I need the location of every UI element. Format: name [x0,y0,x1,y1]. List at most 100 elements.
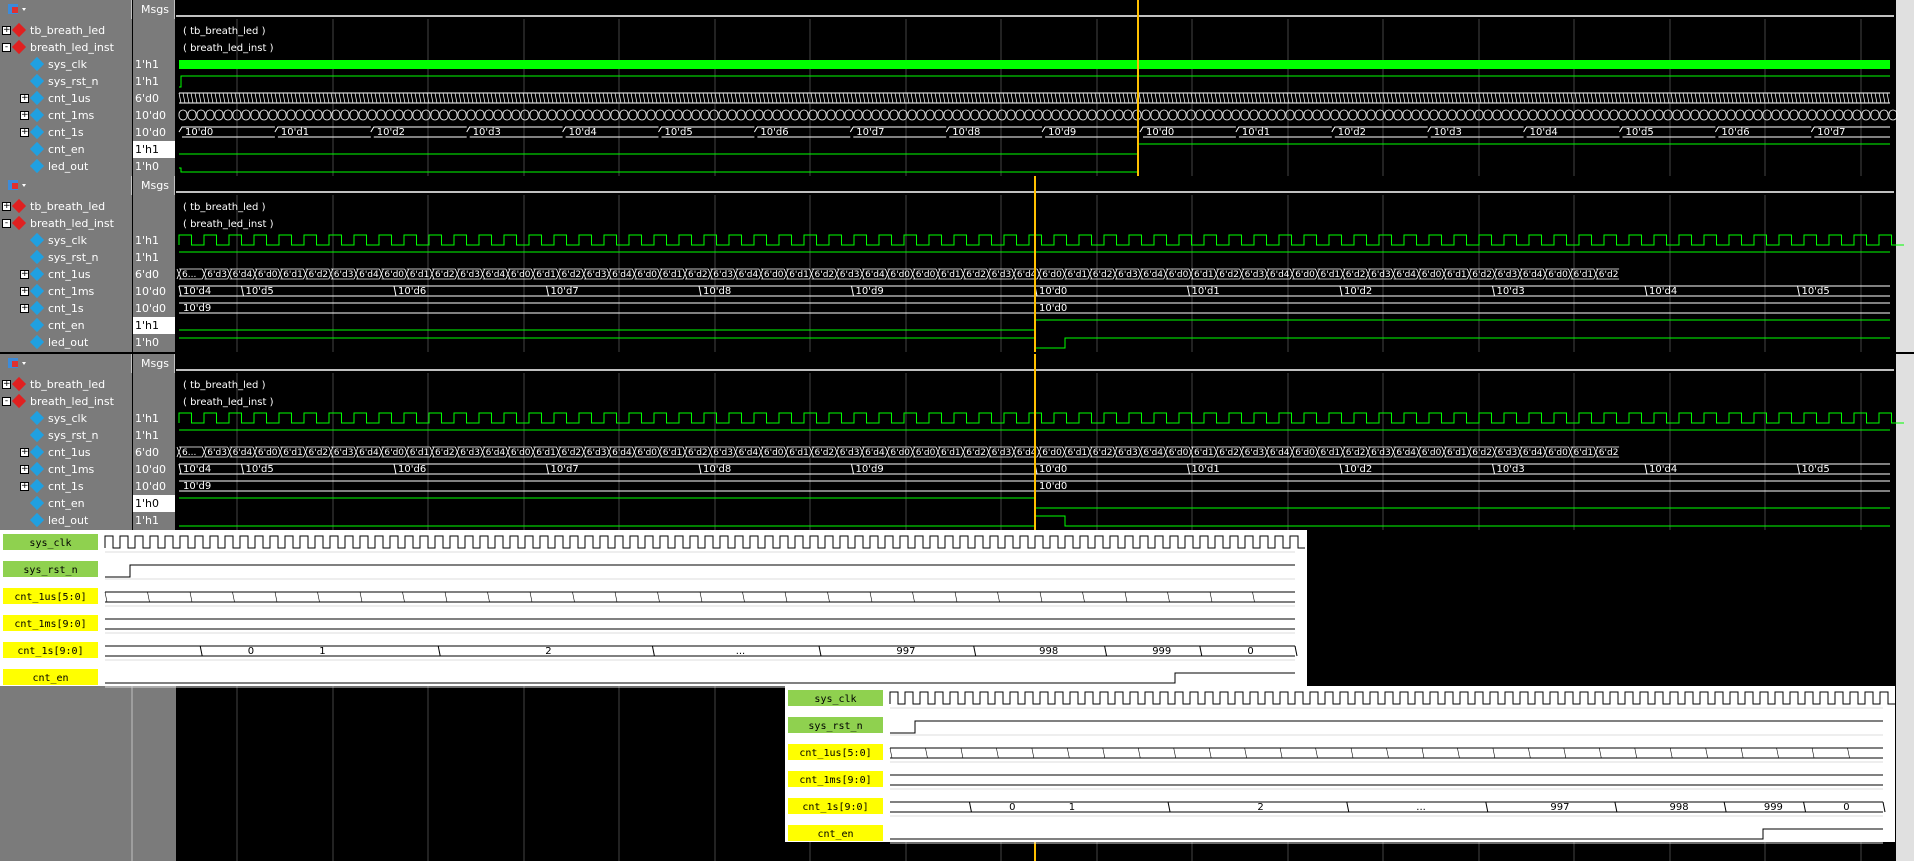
signal-row-cnt_1ms[interactable]: + cnt_1ms [0,461,132,478]
module-icon [11,393,27,409]
signal-row-cnt_en[interactable]: cnt_en [0,141,132,158]
timing-label: sys_rst_n [808,721,862,732]
signal-row-cnt_1ms[interactable]: + cnt_1ms [0,107,132,124]
signal-value: 10'd0 [135,302,167,315]
expand-toggle-icon[interactable]: + [20,448,29,457]
expand-toggle-icon[interactable]: + [20,94,29,103]
expand-toggle-icon[interactable]: + [20,482,29,491]
timing-cnt-1s-value: 0 [1009,802,1015,813]
signal-value: 1'h1 [133,317,175,334]
signal-row-tb_breath_led[interactable]: + tb_breath_led [0,22,132,39]
timing-diagram-2 [785,686,1895,842]
expand-toggle-icon[interactable]: + [2,26,11,35]
pane-header: Msgs [0,354,1914,373]
timing-bus-edge [1705,747,1708,759]
timing-bus-edge [189,591,193,603]
timing-cnt-en-wave [890,828,1883,840]
signal-row-cnt_en[interactable]: cnt_en [0,317,132,334]
signal-row-cnt_en[interactable]: cnt_en [0,495,132,512]
timing-label-box [788,717,883,733]
signal-values: 1'h1 1'h1 6'd0 10'd0 10'd0 1'h0 1'h1 [133,373,175,530]
signal-icon [29,444,45,460]
signal-value: 1'h1 [135,514,159,527]
msgs-header: Msgs [133,176,175,195]
signal-value: 1'h0 [135,336,159,349]
expand-toggle-icon[interactable]: - [2,43,11,52]
signal-row-sys_rst_n[interactable]: sys_rst_n [0,73,132,90]
signal-row-cnt_1s[interactable]: + cnt_1s [0,478,132,495]
signal-names: + tb_breath_led - breath_led_inst sys_clksys… [0,195,132,352]
signal-value: 6'd0 [135,268,160,281]
signal-value: 6'd0 [135,446,160,459]
signal-row-cnt_1us[interactable]: + cnt_1us [0,444,132,461]
signal-row-tb_breath_led[interactable]: + tb_breath_led [0,376,132,393]
signal-row-sys_rst_n[interactable]: sys_rst_n [0,249,132,266]
signal-name: sys_rst_n [48,251,99,264]
timing-bus-edge [1039,591,1043,603]
expand-toggle-icon[interactable]: + [20,287,29,296]
expand-toggle-icon[interactable]: - [2,219,11,228]
timing-bus-edge [1669,747,1673,759]
signal-row-led_out[interactable]: led_out [0,334,132,351]
toolbar-icon[interactable] [6,356,30,371]
expand-toggle-icon[interactable]: + [20,304,29,313]
signal-row-sys_rst_n[interactable]: sys_rst_n [0,427,132,444]
signal-row-led_out[interactable]: led_out [0,512,132,529]
signal-row-cnt_1ms[interactable]: + cnt_1ms [0,283,132,300]
wave-pane-1: Msgs + tb_breath_led - breath_led_inst sys_c… [0,0,1914,176]
signal-value: 1'h0 [133,495,175,512]
signal-row-cnt_1us[interactable]: + cnt_1us [0,266,132,283]
toolbar-icon[interactable] [6,178,30,193]
vertical-scrollbar[interactable] [1896,354,1914,530]
signal-row-breath_led_inst[interactable]: - breath_led_inst [0,215,132,232]
timing-cnt-1s-value: 1 [1069,802,1075,813]
timing-bus-edge [1031,747,1035,759]
signal-row-breath_led_inst[interactable]: - breath_led_inst [0,393,132,410]
signal-name: tb_breath_led [30,378,106,391]
signal-icon [29,410,45,426]
timing-cnt-1s-value: 998 [1039,646,1058,657]
expand-toggle-icon[interactable]: + [2,380,11,389]
timing-rst-wave [105,564,1295,578]
timing-cnt-1s-value: 2 [1257,802,1263,813]
timing-bus-edge [1102,747,1106,759]
timing-label-box [3,669,98,685]
timing-bus-edge [925,747,928,759]
timing-label-box [788,798,883,814]
signal-row-breath_led_inst[interactable]: - breath_led_inst [0,39,132,56]
signal-row-sys_clk[interactable]: sys_clk [0,410,132,427]
signal-row-led_out[interactable]: led_out [0,158,132,175]
signal-name: sys_clk [48,58,87,71]
timing-bus-edge [1137,747,1141,759]
signal-value [133,376,175,393]
timing-cnt-1s-value: 998 [1670,802,1689,813]
signal-row-sys_clk[interactable]: sys_clk [0,56,132,73]
msgs-header: Msgs [133,0,175,19]
signal-row-cnt_1s[interactable]: + cnt_1s [0,300,132,317]
timing-cnt-en-wave [105,672,1295,684]
signal-value: 10'd0 [135,480,167,493]
expand-toggle-icon[interactable]: - [2,397,11,406]
expand-toggle-icon[interactable]: + [20,270,29,279]
expand-toggle-icon[interactable]: + [20,465,29,474]
expand-toggle-icon[interactable]: + [20,111,29,120]
timing-bus-edge [1346,801,1350,813]
timing-label: cnt_en [32,673,68,684]
signal-row-cnt_1us[interactable]: + cnt_1us [0,90,132,107]
signal-row-cnt_1s[interactable]: + cnt_1s [0,124,132,141]
timing-label: cnt_en [817,829,853,840]
vertical-scrollbar[interactable] [1896,0,1914,176]
expand-toggle-icon[interactable]: + [2,202,11,211]
signal-row-sys_clk[interactable]: sys_clk [0,232,132,249]
timing-bus-edge [1350,747,1354,759]
signal-row-tb_breath_led[interactable]: + tb_breath_led [0,198,132,215]
expand-toggle-icon[interactable]: + [20,128,29,137]
timing-cnt-1s-value: 999 [1764,802,1783,813]
timing-bus-edge [1740,747,1744,759]
timing-bus-edge [1386,747,1389,759]
toolbar-icon[interactable] [6,2,30,17]
timing-bus-edge [742,591,745,603]
vertical-scrollbar[interactable] [1896,176,1914,352]
timing-bus-edge [1208,747,1212,759]
signal-icon [29,232,45,248]
